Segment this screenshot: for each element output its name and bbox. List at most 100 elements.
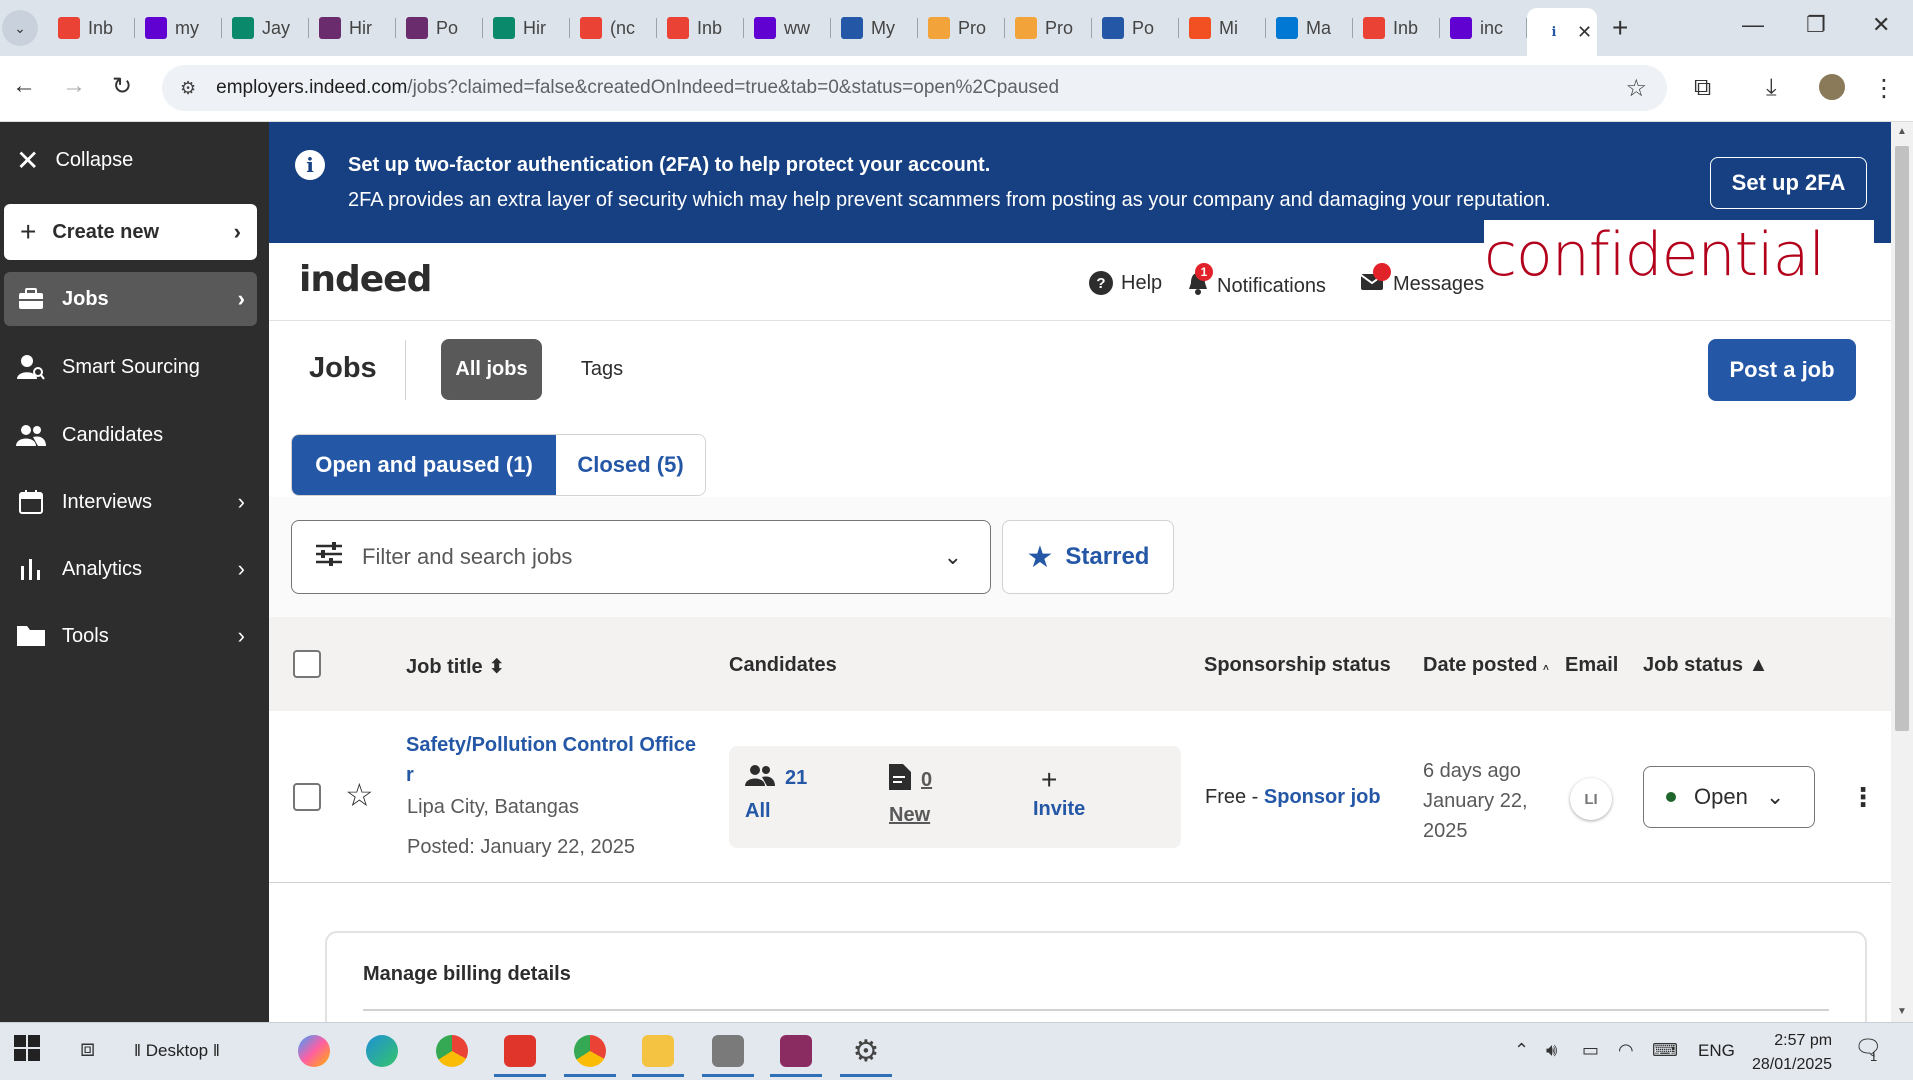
chrome-menu-icon[interactable]: ⋮ xyxy=(1872,74,1896,103)
tab-all-jobs[interactable]: All jobs xyxy=(441,339,542,400)
profile-avatar[interactable] xyxy=(1817,72,1847,102)
email-avatar[interactable]: LI xyxy=(1570,778,1612,820)
wps-office-icon[interactable] xyxy=(494,1031,546,1077)
browser-tab[interactable]: Inb xyxy=(48,8,135,48)
col-job-title[interactable]: Job title ⬍ xyxy=(406,654,505,679)
scroll-down-icon[interactable]: ▼ xyxy=(1897,1006,1907,1017)
invite-link[interactable]: + Invite xyxy=(1033,764,1085,821)
browser-tab[interactable]: Inb xyxy=(657,8,744,48)
system-clock[interactable]: 2:57 pm 28/01/2025 xyxy=(1752,1029,1832,1077)
sponsorship-status: Free - Sponsor job xyxy=(1205,786,1381,808)
candidates-all-link[interactable]: 21 All xyxy=(745,764,807,823)
job-title-link[interactable]: Safety/Pollution Control Office r xyxy=(406,730,696,790)
col-job-status[interactable]: Job status ▲ xyxy=(1643,654,1768,677)
volume-icon[interactable]: 🔊︎ xyxy=(1546,1040,1557,1061)
winrar-icon[interactable] xyxy=(770,1031,822,1077)
post-job-button[interactable]: Post a job xyxy=(1708,339,1856,401)
notification-center-icon[interactable]: 🗨︎ 1 xyxy=(1854,1035,1882,1064)
candidates-new-link[interactable]: 0 New xyxy=(889,764,932,827)
help-link[interactable]: ? Help xyxy=(1089,271,1162,295)
starred-button[interactable]: ★ Starred xyxy=(1002,520,1174,594)
reload-icon[interactable]: ↻ xyxy=(112,72,132,101)
chrome-icon[interactable] xyxy=(432,1031,472,1071)
bookmark-star-icon[interactable]: ☆ xyxy=(1625,74,1647,103)
select-all-checkbox[interactable] xyxy=(293,650,321,678)
notifications-link[interactable]: 1 Notifications xyxy=(1187,263,1326,301)
browser-tab[interactable]: My xyxy=(831,8,918,48)
show-hidden-icons-chevron-icon[interactable]: ⌃ xyxy=(1514,1040,1529,1061)
setup-2fa-button[interactable]: Set up 2FA xyxy=(1710,157,1867,209)
sort-dot-icon: ˄ xyxy=(1543,663,1549,674)
microsoft-icon xyxy=(1189,17,1211,39)
gmail-icon xyxy=(667,17,689,39)
back-icon[interactable]: ← xyxy=(12,72,36,100)
scroll-up-icon[interactable]: ▲ xyxy=(1897,126,1907,137)
sidebar-item-candidates[interactable]: Candidates xyxy=(4,408,257,462)
settings-gear-icon[interactable]: ⚙ xyxy=(840,1031,892,1077)
close-window-icon[interactable]: ✕ xyxy=(1872,12,1890,38)
sidebar-item-analytics[interactable]: Analytics › xyxy=(4,542,257,596)
browser-tab[interactable]: (nc xyxy=(570,8,657,48)
file-explorer-icon[interactable] xyxy=(632,1031,684,1077)
messages-link[interactable]: Messages xyxy=(1360,263,1484,297)
browser-tab[interactable]: Inb xyxy=(1353,8,1440,48)
minimize-icon[interactable]: — xyxy=(1742,12,1764,38)
url-field[interactable]: ⚙ employers.indeed.com/jobs?claimed=fals… xyxy=(162,65,1667,111)
copilot-icon[interactable] xyxy=(294,1031,334,1071)
desktop-toolbar[interactable]: ‖ Desktop ‖ xyxy=(134,1041,220,1061)
sidebar-item-tools[interactable]: Tools › xyxy=(4,609,257,663)
browser-tab[interactable]: Hir xyxy=(309,8,396,48)
browser-tab[interactable]: Pro xyxy=(1005,8,1092,48)
browser-tab[interactable]: Ma xyxy=(1266,8,1353,48)
browser-tab[interactable]: Po xyxy=(396,8,483,48)
scroll-thumb[interactable] xyxy=(1895,146,1909,731)
sponsor-job-link[interactable]: Sponsor job xyxy=(1264,786,1381,808)
extensions-icon[interactable]: ⧉ xyxy=(1694,74,1711,102)
job-status-select[interactable]: Open ⌄ xyxy=(1643,766,1815,828)
browser-tab[interactable]: Hir xyxy=(483,8,570,48)
collapse-button[interactable]: ✕ Collapse xyxy=(16,144,133,177)
col-candidates: Candidates xyxy=(729,654,837,676)
row-checkbox[interactable] xyxy=(293,783,321,811)
close-tab-icon[interactable]: ✕ xyxy=(1577,22,1592,43)
sidebar-item-smart-sourcing[interactable]: Smart Sourcing xyxy=(4,340,257,394)
star-outline-icon[interactable]: ☆ xyxy=(345,776,374,814)
browser-tab[interactable]: Mi xyxy=(1179,8,1266,48)
browser-tab-active[interactable]: i ✕ xyxy=(1527,8,1597,56)
browser-tab[interactable]: ww xyxy=(744,8,831,48)
browser-tab-bar: ⌄ Inb my Jay Hir Po Hir (nc Inb ww My Pro Pro Po Mi Ma… xyxy=(0,0,1913,56)
sidebar-item-jobs[interactable]: Jobs › xyxy=(4,272,257,326)
new-tab-icon[interactable]: + xyxy=(1612,12,1628,44)
tab-tags[interactable]: Tags xyxy=(570,339,634,400)
create-new-button[interactable]: + Create new › xyxy=(4,204,257,260)
forward-icon[interactable]: → xyxy=(62,72,86,100)
chrome-profile-icon[interactable] xyxy=(564,1031,616,1077)
battery-icon[interactable]: ▭ xyxy=(1582,1040,1599,1061)
indeed-logo[interactable]: indeed xyxy=(299,259,432,300)
browser-tab[interactable]: Jay xyxy=(222,8,309,48)
tab-open-paused[interactable]: Open and paused (1) xyxy=(292,435,556,495)
col-date-posted[interactable]: Date posted ˄ xyxy=(1423,654,1549,677)
tab-closed[interactable]: Closed (5) xyxy=(556,435,705,495)
download-icon[interactable]: ⤓ xyxy=(1766,74,1777,102)
more-options-icon[interactable]: ⋮ xyxy=(1850,782,1876,813)
browser-tab[interactable]: my xyxy=(135,8,222,48)
browser-tab[interactable]: Po xyxy=(1092,8,1179,48)
windows-start-icon[interactable] xyxy=(14,1035,40,1068)
wifi-icon[interactable]: ◠ xyxy=(1618,1040,1634,1061)
envelope-icon xyxy=(1360,263,1391,297)
language-indicator[interactable]: ENG xyxy=(1698,1041,1735,1061)
restore-icon[interactable]: ❐ xyxy=(1806,12,1826,38)
keyboard-icon[interactable]: ⌨ xyxy=(1652,1040,1678,1061)
browser-tab[interactable]: inc xyxy=(1440,8,1527,48)
site-settings-icon[interactable]: ⚙ xyxy=(180,78,196,99)
edge-icon[interactable] xyxy=(362,1031,402,1071)
filter-search-dropdown[interactable]: Filter and search jobs ⌄ xyxy=(291,520,991,594)
task-view-icon[interactable]: ⧈ xyxy=(80,1035,95,1063)
tab-search-chevron-icon[interactable]: ⌄ xyxy=(2,10,38,46)
sidebar-item-interviews[interactable]: Interviews › xyxy=(4,475,257,529)
page-scrollbar[interactable]: ▲ ▼ xyxy=(1891,122,1913,1022)
video-editor-icon[interactable] xyxy=(702,1031,754,1077)
tab-label: Hir xyxy=(523,17,546,38)
browser-tab[interactable]: Pro xyxy=(918,8,1005,48)
